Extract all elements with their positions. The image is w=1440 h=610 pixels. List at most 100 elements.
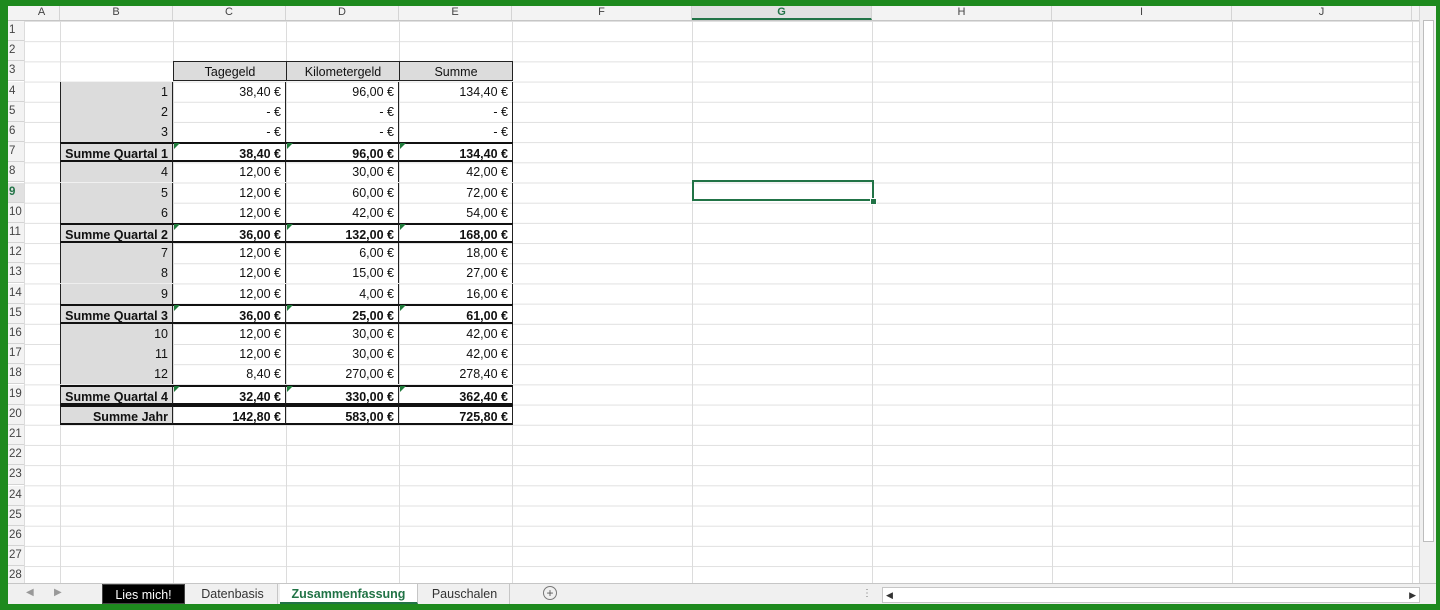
summe-value[interactable]: - € — [399, 122, 513, 142]
row-header-18[interactable]: 18 — [8, 364, 24, 385]
kilometergeld-value[interactable]: 583,00 € — [286, 404, 399, 425]
kilometergeld-value[interactable]: 25,00 € — [286, 303, 399, 324]
vertical-scroll-thumb[interactable] — [1423, 20, 1434, 542]
row-header-14[interactable]: 14 — [8, 283, 24, 304]
summe-value[interactable]: 54,00 € — [399, 202, 513, 223]
kilometergeld-value[interactable]: - € — [286, 122, 399, 142]
row-header-5[interactable]: 5 — [8, 101, 24, 122]
summe-value[interactable]: 27,00 € — [399, 263, 513, 284]
row-header-12[interactable]: 12 — [8, 243, 24, 264]
row-header-19[interactable]: 19 — [8, 384, 24, 405]
summe-value[interactable]: 18,00 € — [399, 243, 513, 264]
summe-value[interactable]: 168,00 € — [399, 223, 513, 243]
row-header-8[interactable]: 8 — [8, 162, 24, 183]
summe-value[interactable]: 278,40 € — [399, 364, 513, 385]
tab-lies-mich[interactable]: Lies mich! — [102, 584, 185, 604]
tab-scroll-left-icon[interactable]: ◀ — [26, 587, 34, 598]
column-header-g[interactable]: G — [692, 6, 872, 20]
month-label[interactable]: 6 — [60, 202, 173, 223]
kilometergeld-value[interactable]: 30,00 € — [286, 324, 399, 344]
summe-value[interactable]: - € — [399, 101, 513, 122]
row-header-1[interactable]: 1 — [8, 21, 24, 41]
row-header-4[interactable]: 4 — [8, 81, 24, 102]
row-header-3[interactable]: 3 — [8, 61, 24, 82]
tagegeld-value[interactable]: 12,00 € — [173, 202, 286, 223]
subtotal-label[interactable]: Summe Quartal 4 — [60, 384, 173, 405]
subtotal-label[interactable]: Summe Quartal 2 — [60, 223, 173, 243]
row-header-27[interactable]: 27 — [8, 546, 24, 567]
kilometergeld-value[interactable]: 330,00 € — [286, 384, 399, 405]
kilometergeld-value[interactable]: 6,00 € — [286, 243, 399, 264]
horizontal-scrollbar[interactable]: ◀ ▶ — [882, 587, 1420, 603]
row-header-21[interactable]: 21 — [8, 425, 24, 445]
month-label[interactable]: 8 — [60, 263, 173, 284]
summe-value[interactable]: 134,40 € — [399, 142, 513, 163]
column-header-c[interactable]: C — [173, 6, 286, 20]
kilometergeld-value[interactable]: 42,00 € — [286, 202, 399, 223]
row-header-25[interactable]: 25 — [8, 505, 24, 526]
kilometergeld-value[interactable]: 132,00 € — [286, 223, 399, 243]
column-header-e[interactable]: E — [399, 6, 512, 20]
kilometergeld-value[interactable]: 30,00 € — [286, 344, 399, 365]
subtotal-label[interactable]: Summe Quartal 3 — [60, 303, 173, 324]
tagegeld-value[interactable]: - € — [173, 101, 286, 122]
kilometergeld-value[interactable]: 30,00 € — [286, 162, 399, 183]
column-header-b[interactable]: B — [60, 6, 173, 20]
summe-value[interactable]: 134,40 € — [399, 81, 513, 102]
scroll-right-arrow-icon[interactable]: ▶ — [1409, 588, 1416, 602]
month-label[interactable]: 10 — [60, 324, 173, 344]
summe-value[interactable]: 42,00 € — [399, 344, 513, 365]
tagegeld-value[interactable]: 8,40 € — [173, 364, 286, 385]
tab-scroll-right-icon[interactable]: ▶ — [54, 587, 62, 598]
kilometergeld-value[interactable]: 15,00 € — [286, 263, 399, 284]
kilometergeld-value[interactable]: 96,00 € — [286, 142, 399, 163]
kilometergeld-value[interactable]: 96,00 € — [286, 81, 399, 102]
tagegeld-value[interactable]: 32,40 € — [173, 384, 286, 405]
tagegeld-value[interactable]: 38,40 € — [173, 142, 286, 163]
kilometergeld-value[interactable]: 60,00 € — [286, 182, 399, 203]
vertical-scrollbar[interactable] — [1419, 6, 1436, 583]
column-title-kilometergeld[interactable]: Kilometergeld — [286, 61, 400, 82]
row-header-22[interactable]: 22 — [8, 445, 24, 466]
summe-value[interactable]: 42,00 € — [399, 324, 513, 344]
kilometergeld-value[interactable]: 4,00 € — [286, 283, 399, 304]
row-header-9[interactable]: 9 — [8, 182, 24, 203]
tagegeld-value[interactable]: 38,40 € — [173, 81, 286, 102]
column-header-f[interactable]: F — [512, 6, 692, 20]
tagegeld-value[interactable]: - € — [173, 122, 286, 142]
month-label[interactable]: 3 — [60, 122, 173, 142]
row-header-24[interactable]: 24 — [8, 485, 24, 506]
tagegeld-value[interactable]: 12,00 € — [173, 324, 286, 344]
summe-value[interactable]: 362,40 € — [399, 384, 513, 405]
column-header-h[interactable]: H — [872, 6, 1052, 20]
tagegeld-value[interactable]: 12,00 € — [173, 182, 286, 203]
row-header-2[interactable]: 2 — [8, 41, 24, 62]
column-header-a[interactable]: A — [24, 6, 60, 20]
row-header-23[interactable]: 23 — [8, 465, 24, 486]
tagegeld-value[interactable]: 12,00 € — [173, 162, 286, 183]
row-header-17[interactable]: 17 — [8, 344, 24, 365]
summe-value[interactable]: 42,00 € — [399, 162, 513, 183]
tagegeld-value[interactable]: 12,00 € — [173, 243, 286, 264]
row-header-16[interactable]: 16 — [8, 324, 24, 344]
tab-pauschalen[interactable]: Pauschalen — [420, 584, 510, 604]
row-header-20[interactable]: 20 — [8, 404, 24, 425]
month-label[interactable]: 12 — [60, 364, 173, 385]
tab-split-handle-icon[interactable]: ⋮ — [862, 588, 872, 599]
column-title-summe[interactable]: Summe — [399, 61, 513, 82]
kilometergeld-value[interactable]: 270,00 € — [286, 364, 399, 385]
month-label[interactable]: 7 — [60, 243, 173, 264]
column-title-tagegeld[interactable]: Tagegeld — [173, 61, 287, 82]
month-label[interactable]: 5 — [60, 182, 173, 203]
row-header-10[interactable]: 10 — [8, 202, 24, 223]
tagegeld-value[interactable]: 36,00 € — [173, 223, 286, 243]
tab-zusammenfassung[interactable]: Zusammenfassung — [280, 584, 418, 604]
tagegeld-value[interactable]: 36,00 € — [173, 303, 286, 324]
row-header-13[interactable]: 13 — [8, 263, 24, 284]
row-header-7[interactable]: 7 — [8, 142, 24, 163]
summe-value[interactable]: 61,00 € — [399, 303, 513, 324]
row-header-15[interactable]: 15 — [8, 303, 24, 324]
subtotal-label[interactable]: Summe Jahr — [60, 404, 173, 425]
month-label[interactable]: 1 — [60, 81, 173, 102]
selected-cell-G9[interactable] — [692, 180, 874, 201]
